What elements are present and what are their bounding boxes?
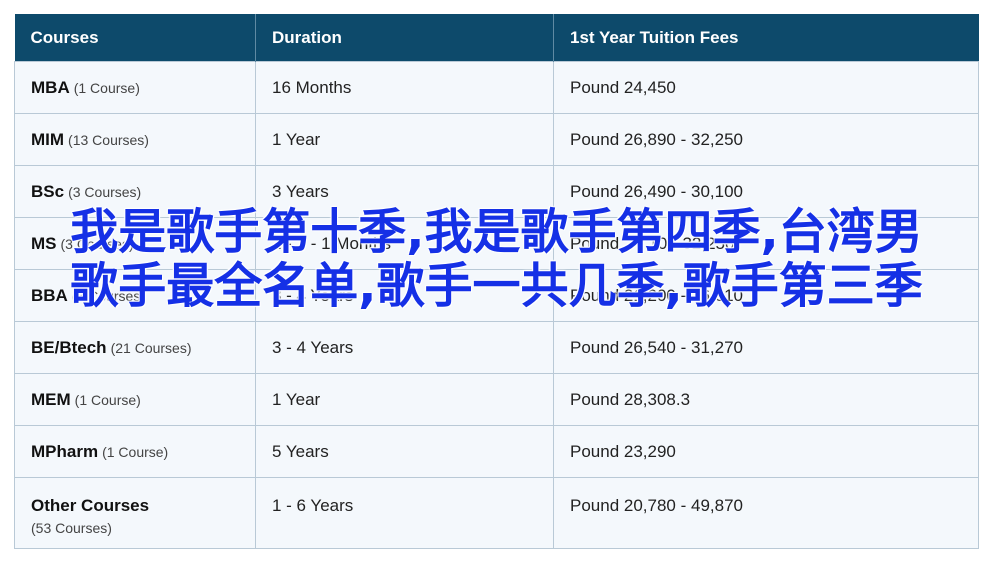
fee-cell: Pound 21,200 - 26,610: [553, 269, 979, 322]
table-row: MEM (1 Course) 1 Year Pound 28,308.3: [14, 373, 979, 426]
table-row: MIM (13 Courses) 1 Year Pound 26,890 - 32…: [14, 113, 979, 166]
course-cell: BSc (3 Courses): [14, 165, 256, 218]
duration-cell: 1 Year: [255, 373, 554, 426]
table-row: MBA (1 Course) 16 Months Pound 24,450: [14, 61, 979, 114]
course-name: Other Courses: [31, 496, 150, 515]
course-name: MPharm: [31, 441, 99, 461]
table-row: MS (3 Courses) 1 - 2 - 1 Months Pound 2 -…: [14, 217, 979, 270]
duration-cell: 1 - 6 Years: [255, 477, 554, 549]
duration-cell: 3 - 4 Years: [255, 321, 554, 374]
course-cell: MBA (1 Course): [14, 61, 256, 114]
course-cell: MS (3 Courses): [14, 217, 256, 270]
header-fees: 1st Year Tuition Fees: [553, 14, 979, 62]
course-name: BSc: [31, 181, 65, 201]
course-cell: MEM (1 Course): [14, 373, 256, 426]
course-count: (21 Courses): [110, 339, 192, 356]
fee-cell: Pound 24,450: [553, 61, 979, 114]
course-name: MS: [31, 233, 57, 253]
table-row: BE/Btech (21 Courses) 3 - 4 Years Pound 2…: [14, 321, 979, 374]
course-count: (53 Courses): [31, 520, 112, 536]
course-name: BBA: [31, 285, 68, 305]
course-name: MIM: [31, 129, 65, 149]
course-count: (3 Courses): [71, 287, 145, 304]
course-count: (3 Courses): [60, 235, 134, 252]
header-courses: Courses: [14, 14, 256, 62]
fee-cell: Pound 28,308.3: [553, 373, 979, 426]
page: Courses Duration 1st Year Tuition Fees M…: [0, 0, 993, 570]
duration-cell: 1 Year: [255, 113, 554, 166]
fee-cell: Pound 2 - 10 - 32,250: [553, 217, 979, 270]
course-cell: Other Courses (53 Courses): [14, 477, 256, 549]
table-row: Other Courses (53 Courses) 1 - 6 Years Po…: [14, 477, 979, 549]
course-count: (13 Courses): [68, 131, 149, 148]
course-name: BE/Btech: [31, 337, 107, 357]
course-count: (1 Course): [73, 79, 140, 96]
table-row: MPharm (1 Course) 5 Years Pound 23,290: [14, 425, 979, 478]
table-row: BSc (3 Courses) 3 Years Pound 26,490 - 30…: [14, 165, 979, 218]
fee-cell: Pound 20,780 - 49,870: [553, 477, 979, 549]
duration-cell: 3 - 4 Years: [255, 269, 554, 322]
course-name: MEM: [31, 389, 71, 409]
course-cell: MIM (13 Courses): [14, 113, 256, 166]
header-duration: Duration: [255, 14, 554, 62]
course-cell: MPharm (1 Course): [14, 425, 256, 478]
fee-cell: Pound 23,290: [553, 425, 979, 478]
fee-cell: Pound 26,890 - 32,250: [553, 113, 979, 166]
duration-cell: 5 Years: [255, 425, 554, 478]
course-count: (3 Courses): [68, 183, 142, 200]
fee-cell: Pound 26,490 - 30,100: [553, 165, 979, 218]
course-cell: BBA (3 Courses): [14, 269, 256, 322]
duration-cell: 3 Years: [255, 165, 554, 218]
course-name: MBA: [31, 77, 70, 97]
table-header-row: Courses Duration 1st Year Tuition Fees: [14, 14, 979, 62]
course-count: (1 Course): [74, 391, 141, 408]
duration-cell: 1 - 2 - 1 Months: [255, 217, 554, 270]
tuition-fees-table: Courses Duration 1st Year Tuition Fees M…: [14, 14, 979, 549]
duration-cell: 16 Months: [255, 61, 554, 114]
fee-cell: Pound 26,540 - 31,270: [553, 321, 979, 374]
table-row: BBA (3 Courses) 3 - 4 Years Pound 21,200 …: [14, 269, 979, 322]
course-count: (1 Course): [102, 443, 169, 460]
course-cell: BE/Btech (21 Courses): [14, 321, 256, 374]
